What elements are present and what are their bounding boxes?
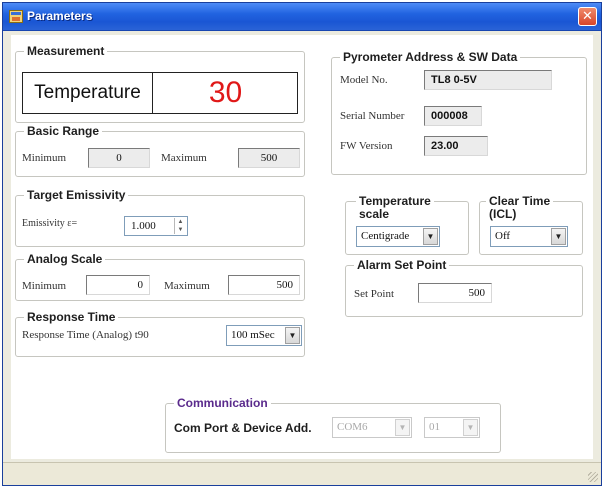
analog-scale-maximum-label: Maximum — [164, 280, 210, 292]
serial-field: 000008 — [424, 106, 482, 126]
target-emissivity-group: Target Emissivity Emissivity ε= 1.000 ▲ … — [15, 187, 305, 247]
temperature-scale-group: Temperature scale Centigrade ▼ — [345, 195, 469, 255]
title-bar[interactable]: Parameters ✕ — [3, 3, 601, 31]
measurement-title: Measurement — [24, 43, 108, 59]
fw-field: 23.00 — [424, 136, 488, 156]
close-button[interactable]: ✕ — [578, 7, 597, 26]
measurement-label: Temperature — [23, 73, 153, 113]
model-field: TL8 0-5V — [424, 70, 552, 90]
parameters-window: Parameters ✕ Measurement Temperature 30 … — [2, 2, 602, 486]
emissivity-spinner[interactable]: ▲ ▼ — [174, 218, 186, 234]
measurement-group: Measurement Temperature 30 — [15, 43, 305, 123]
chevron-down-icon[interactable]: ▼ — [551, 228, 566, 245]
basic-range-title: Basic Range — [24, 123, 103, 139]
pyrometer-group: Pyrometer Address & SW Data Model No. TL… — [331, 49, 587, 175]
fw-label: FW Version — [340, 140, 393, 152]
communication-title: Communication — [174, 395, 271, 411]
chevron-down-icon[interactable]: ▼ — [463, 419, 478, 436]
temperature-scale-title-line2: scale — [359, 207, 390, 221]
analog-scale-minimum-input[interactable]: 0 — [86, 275, 150, 295]
basic-range-maximum-field: 500 — [238, 148, 300, 168]
app-icon — [9, 10, 23, 23]
analog-scale-minimum-label: Minimum — [22, 280, 67, 292]
temperature-scale-title: Temperature scale — [356, 195, 434, 221]
response-time-dropdown[interactable]: 100 mSec ▼ — [226, 325, 302, 346]
alarm-group: Alarm Set Point Set Point 500 — [345, 257, 583, 317]
clear-time-group: Clear Time (ICL) Off ▼ — [479, 195, 583, 255]
clear-time-title-line2: (ICL) — [489, 207, 517, 221]
chevron-down-icon[interactable]: ▼ — [395, 419, 410, 436]
response-time-title: Response Time — [24, 309, 119, 325]
device-address-dropdown[interactable]: 01 ▼ — [424, 417, 480, 438]
spin-down-icon[interactable]: ▼ — [175, 226, 186, 234]
temperature-scale-dropdown[interactable]: Centigrade ▼ — [356, 226, 440, 247]
clear-time-selected: Off — [495, 230, 511, 242]
temperature-scale-selected: Centigrade — [361, 230, 410, 242]
serial-label: Serial Number — [340, 110, 405, 122]
response-time-selected: 100 mSec — [231, 329, 275, 341]
basic-range-maximum-label: Maximum — [161, 152, 207, 164]
analog-scale-group: Analog Scale Minimum 0 Maximum 500 — [15, 251, 305, 301]
clear-time-title: Clear Time (ICL) — [486, 195, 554, 221]
com-port-selected: COM6 — [337, 421, 368, 433]
chevron-down-icon[interactable]: ▼ — [423, 228, 438, 245]
status-bar — [3, 462, 601, 485]
response-time-group: Response Time Response Time (Analog) t90… — [15, 309, 305, 357]
clear-time-dropdown[interactable]: Off ▼ — [490, 226, 568, 247]
set-point-label: Set Point — [354, 288, 395, 300]
device-address-selected: 01 — [429, 421, 440, 433]
window-title: Parameters — [27, 9, 93, 23]
analog-scale-maximum-input[interactable]: 500 — [228, 275, 300, 295]
pyrometer-title: Pyrometer Address & SW Data — [340, 49, 521, 65]
communication-group: Communication Com Port & Device Add. COM… — [165, 395, 501, 453]
spin-up-icon[interactable]: ▲ — [175, 218, 186, 226]
resize-grip-icon[interactable] — [588, 472, 598, 482]
emissivity-value: 1.000 — [131, 220, 156, 232]
emissivity-label: Emissivity ε= — [22, 218, 78, 229]
basic-range-minimum-field: 0 — [88, 148, 150, 168]
target-emissivity-title: Target Emissivity — [24, 187, 129, 203]
com-port-dropdown[interactable]: COM6 ▼ — [332, 417, 412, 438]
com-port-label: Com Port & Device Add. — [174, 421, 312, 435]
response-time-label: Response Time (Analog) t90 — [22, 329, 149, 341]
chevron-down-icon[interactable]: ▼ — [285, 327, 300, 344]
emissivity-input[interactable]: 1.000 ▲ ▼ — [124, 216, 188, 236]
close-icon: ✕ — [582, 9, 593, 24]
basic-range-group: Basic Range Minimum 0 Maximum 500 — [15, 123, 305, 177]
basic-range-minimum-label: Minimum — [22, 152, 67, 164]
measurement-value: 30 — [208, 76, 243, 109]
set-point-input[interactable]: 500 — [418, 283, 492, 303]
model-label: Model No. — [340, 74, 388, 86]
measurement-display: Temperature 30 — [22, 72, 298, 114]
analog-scale-title: Analog Scale — [24, 251, 106, 267]
alarm-title: Alarm Set Point — [354, 257, 450, 273]
client-area: Measurement Temperature 30 Basic Range M… — [11, 35, 593, 459]
